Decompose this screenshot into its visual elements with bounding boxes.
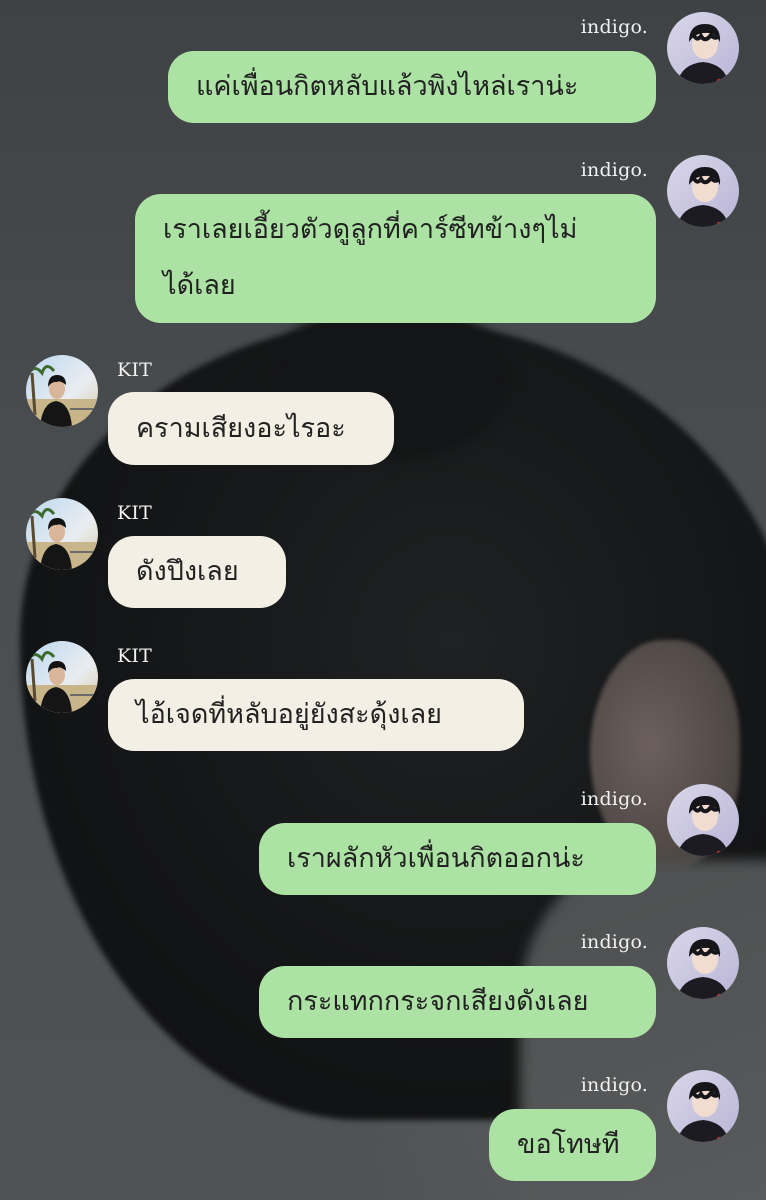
- avatar-indigo[interactable]: [667, 155, 739, 227]
- message-bubble-incoming[interactable]: ดังปึงเลย: [108, 536, 286, 608]
- message-bubble-incoming[interactable]: ไอ้เจดที่หลับอยู่ยังสะดุ้งเลย: [108, 679, 524, 751]
- message-bubble-outgoing[interactable]: เราเลยเอี้ยวตัวดูลูกที่คาร์ซีทข้างๆไม่ ไ…: [135, 194, 656, 323]
- avatar-image: [667, 12, 739, 84]
- avatar-image: [667, 784, 739, 856]
- message-bubble-outgoing[interactable]: กระแทกกระจกเสียงดังเลย: [259, 966, 656, 1038]
- avatar-image: [26, 355, 98, 427]
- avatar-image: [667, 927, 739, 999]
- sender-name: KIT: [117, 502, 152, 524]
- message-bubble-outgoing[interactable]: ขอโทษที: [489, 1109, 656, 1181]
- avatar-kit[interactable]: [26, 641, 98, 713]
- avatar-indigo[interactable]: [667, 12, 739, 84]
- avatar-kit[interactable]: [26, 355, 98, 427]
- sender-name: indigo.: [580, 788, 648, 810]
- avatar-image: [26, 641, 98, 713]
- sender-name: indigo.: [580, 931, 648, 953]
- avatar-image: [667, 1070, 739, 1142]
- avatar-image: [26, 498, 98, 570]
- message-bubble-incoming[interactable]: ครามเสียงอะไรอะ: [108, 392, 394, 465]
- sender-name: indigo.: [580, 159, 648, 181]
- message-bubble-outgoing[interactable]: เราผลักหัวเพื่อนกิตออกน่ะ: [259, 823, 656, 895]
- message-line: ได้เลย: [163, 270, 236, 301]
- sender-name: indigo.: [580, 16, 648, 38]
- sender-name: indigo.: [580, 1074, 648, 1096]
- avatar-indigo[interactable]: [667, 927, 739, 999]
- avatar-indigo[interactable]: [667, 1070, 739, 1142]
- sender-name: KIT: [117, 359, 152, 381]
- avatar-kit[interactable]: [26, 498, 98, 570]
- avatar-indigo[interactable]: [667, 784, 739, 856]
- avatar-image: [667, 155, 739, 227]
- sender-name: KIT: [117, 645, 152, 667]
- message-line: เราเลยเอี้ยวตัวดูลูกที่คาร์ซีทข้างๆไม่: [163, 214, 578, 245]
- message-bubble-outgoing[interactable]: แค่เพื่อนกิตหลับแล้วพิงไหล่เราน่ะ: [168, 51, 656, 123]
